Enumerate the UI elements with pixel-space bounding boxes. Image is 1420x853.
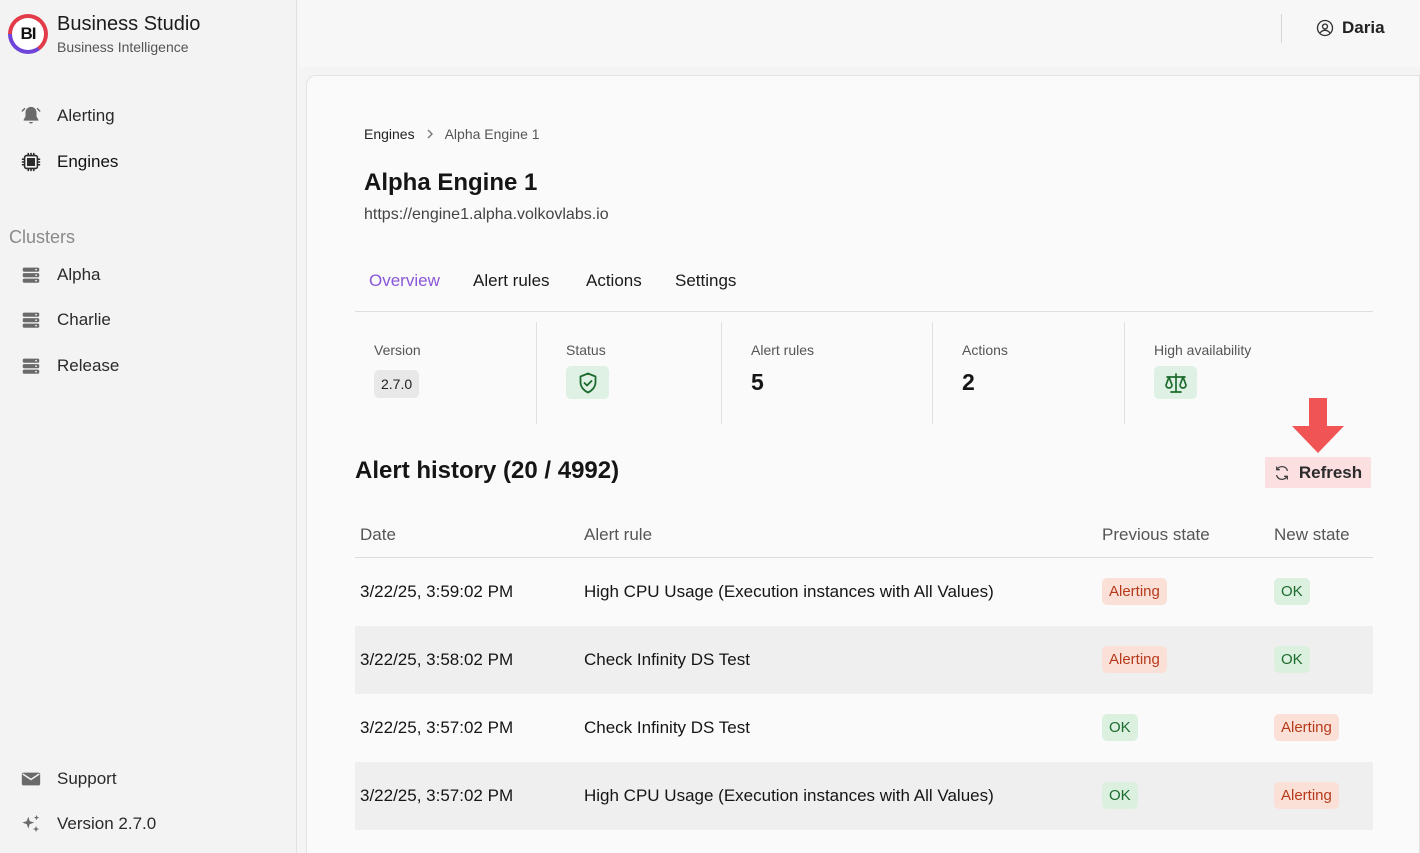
refresh-icon [1274,465,1290,481]
sidebar-label-alpha: Alpha [57,265,101,284]
brand-title: Business Studio [57,13,201,35]
stat-divider [536,322,537,424]
cell-date: 3/22/25, 3:57:02 PM [360,718,514,737]
sidebar-label-charlie: Charlie [57,310,111,329]
state-badge-new: OK [1274,646,1310,673]
stat-version-label: Version [374,342,421,358]
version-badge: 2.7.0 [374,370,420,398]
user-menu[interactable]: Daria [1316,18,1385,38]
refresh-label: Refresh [1298,462,1363,482]
state-badge-previous: OK [1102,782,1138,809]
logo: BI [8,13,48,54]
brand[interactable]: BI Business Studio Business Intelligence [8,12,200,55]
sidebar-item-release[interactable]: Release [20,355,119,377]
table-row[interactable]: 3/22/25, 3:57:02 PM Check Infinity DS Te… [355,694,1373,762]
envelope-icon [20,768,42,790]
table-row[interactable]: 3/22/25, 3:57:02 PM High CPU Usage (Exec… [355,762,1373,830]
shield-check-icon [566,366,609,399]
cell-date: 3/22/25, 3:57:02 PM [360,786,514,805]
arrow-down-icon [1292,398,1344,453]
bell-icon [20,105,42,127]
table-row[interactable]: 3/22/25, 3:58:02 PM Check Infinity DS Te… [355,626,1373,694]
stat-actions-label: Actions [962,342,1008,358]
state-badge-new: Alerting [1274,782,1339,809]
topbar-divider [1281,14,1282,43]
server-icon [20,309,42,331]
alert-history-table: Date Alert rule Previous state New state… [355,510,1373,830]
stat-divider [1124,322,1125,424]
logo-text: BI [12,17,44,50]
chip-icon [20,151,42,173]
server-icon [20,355,42,377]
cell-alert-rule: High CPU Usage (Execution instances with… [584,582,994,601]
version-label: Version 2.7.0 [57,814,157,833]
state-badge-previous: Alerting [1102,578,1167,605]
cell-alert-rule: Check Infinity DS Test [584,650,750,669]
support-label: Support [57,769,117,788]
nav-item-engines[interactable]: Engines [20,151,118,173]
stat-divider [932,322,933,424]
stat-actions-value: 2 [962,369,975,395]
column-header-date[interactable]: Date [360,525,396,545]
sidebar-item-charlie[interactable]: Charlie [20,309,111,331]
engine-url: https://engine1.alpha.volkovlabs.io [364,206,609,223]
tab-alert-rules[interactable]: Alert rules [473,271,550,291]
tab-settings[interactable]: Settings [675,271,736,291]
state-badge-previous: Alerting [1102,646,1167,673]
cell-date: 3/22/25, 3:58:02 PM [360,650,514,669]
breadcrumb-current: Alpha Engine 1 [444,126,540,142]
stat-alert-rules-label: Alert rules [751,342,815,358]
table-header: Date Alert rule Previous state New state [355,510,1373,558]
stat-divider [721,322,722,424]
column-header-alert-rule[interactable]: Alert rule [584,525,652,545]
clusters-heading: Clusters [9,227,76,247]
cell-alert-rule: Check Infinity DS Test [584,718,750,737]
user-icon [1316,19,1334,37]
top-bar [298,0,1420,67]
state-badge-previous: OK [1102,714,1138,741]
sidebar: BI Business Studio Business Intelligence… [0,0,297,853]
sidebar-item-alpha[interactable]: Alpha [20,264,100,286]
scale-icon [1154,366,1197,399]
tab-overview[interactable]: Overview [369,271,440,291]
tab-bar: Overview Alert rules Actions Settings [355,268,1373,312]
state-badge-new: OK [1274,578,1310,605]
sparkles-icon [20,813,42,835]
refresh-button[interactable]: Refresh [1265,457,1371,488]
nav-item-alerting[interactable]: Alerting [20,105,115,127]
cell-date: 3/22/25, 3:59:02 PM [360,582,514,601]
column-header-new-state[interactable]: New state [1274,525,1350,545]
support-link[interactable]: Support [20,768,117,790]
chevron-right-icon [425,126,435,142]
nav-label-alerting: Alerting [57,106,115,125]
column-header-previous-state[interactable]: Previous state [1102,525,1210,545]
state-badge-new: Alerting [1274,714,1339,741]
table-row[interactable]: 3/22/25, 3:59:02 PM High CPU Usage (Exec… [355,558,1373,626]
sidebar-label-release: Release [57,356,120,375]
nav-label-engines: Engines [57,152,119,171]
stat-alert-rules-value: 5 [751,369,764,395]
tab-actions[interactable]: Actions [586,271,642,291]
user-name: Daria [1342,18,1385,37]
cell-alert-rule: High CPU Usage (Execution instances with… [584,786,994,805]
stat-ha-label: High availability [1154,342,1252,358]
version-link[interactable]: Version 2.7.0 [20,813,156,835]
stat-status-label: Status [566,342,606,358]
alert-history-title: Alert history (20 / 4992) [355,457,620,484]
breadcrumb-engines[interactable]: Engines [364,126,415,142]
brand-subtitle: Business Intelligence [57,39,189,55]
page-title: Alpha Engine 1 [364,169,538,196]
breadcrumb: Engines Alpha Engine 1 [364,126,540,142]
server-icon [20,264,42,286]
